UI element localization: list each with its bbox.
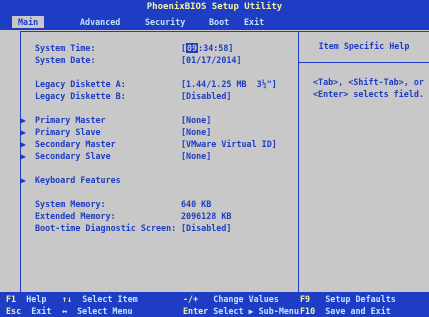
key-updown: ↑↓ [62,294,73,304]
tab-main[interactable]: Main [12,16,45,28]
boot-diagnostic-row[interactable]: Boot-time Diagnostic Screen: [Disabled] [21,224,298,236]
system-date-value[interactable]: [01/17/2014] [181,56,242,65]
tab-bar: Main Advanced Security Boot Exit [0,16,429,28]
extended-memory-value: 2096128 KB [181,211,232,221]
key-enter: Enter [183,306,209,316]
primary-master-label: Primary Master [35,115,106,125]
legacy-diskette-b-row[interactable]: Legacy Diskette B: [Disabled] [21,92,298,104]
boot-diagnostic-value[interactable]: [Disabled] [181,224,231,233]
key-plusminus: -/+ [183,294,199,304]
key-hint-f10: F10 Save and Exit [300,306,391,316]
key-f1: F1 [6,294,17,304]
help-title: Item Specific Help [318,41,410,51]
primary-master-value[interactable]: [None] [181,116,211,125]
help-text: <Tab>, <Shift-Tab>, or <Enter> selects f… [313,77,424,99]
keyboard-features-label: Keyboard Features [35,175,121,185]
legacy-diskette-a-value[interactable]: [1.44/1.25 MB 3½"] [181,80,277,89]
key-legend-bar: F1 Help ↑↓ Select Item -/+ Change Values… [0,292,429,317]
submenu-arrow-icon: ▶ [21,115,27,125]
key-esc: Esc [6,306,22,316]
system-date-row[interactable]: System Date: [01/17/2014] [21,56,298,68]
bios-title: PhoenixBIOS Setup Utility [146,2,283,12]
key-hint-leftright: ↔ Select Menu [62,306,133,316]
key-f10: F10 [300,306,316,316]
submenu-arrow-icon: ▶ [21,139,27,149]
tab-boot[interactable]: Boot [203,16,235,28]
secondary-slave-value[interactable]: [None] [181,152,211,161]
secondary-master-value[interactable]: [VMware Virtual ID] [181,140,277,149]
primary-slave-label: Primary Slave [35,127,101,137]
key-f9: F9 [300,294,311,304]
submenu-arrow-icon: ▶ [21,127,27,137]
system-time-hour-selected: 09 [186,43,199,53]
secondary-slave-label: Secondary Slave [35,151,111,161]
legacy-diskette-b-label: Legacy Diskette B: [35,91,126,101]
key-hint-enter: Enter Select ▶ Sub-Menu [183,306,299,316]
key-hint-f1: F1 Help [6,294,47,304]
help-pane: Item Specific Help <Tab>, <Shift-Tab>, o… [299,32,429,292]
key-leftright: ↔ [62,306,68,316]
system-time-label: System Time: [35,43,96,53]
keyboard-features-row[interactable]: ▶ Keyboard Features [21,176,298,188]
settings-pane: System Time: [09:34:58] System Date: [01… [21,32,299,292]
system-time-value[interactable]: [09:34:58] [181,43,233,53]
tab-security[interactable]: Security [139,16,191,28]
key-hint-updown: ↑↓ Select Item [62,294,138,304]
legacy-diskette-b-value[interactable]: [Disabled] [181,92,231,101]
secondary-slave-row[interactable]: ▶ Secondary Slave [None] [21,152,298,164]
submenu-arrow-icon: ▶ [21,151,27,161]
legacy-diskette-a-label: Legacy Diskette A: [35,79,126,89]
system-memory-label: System Memory: [35,199,106,209]
secondary-master-label: Secondary Master [35,139,116,149]
system-date-label: System Date: [35,55,96,65]
tab-exit[interactable]: Exit [238,16,270,28]
main-panel: System Time: [09:34:58] System Date: [01… [20,31,429,293]
system-memory-value: 640 KB [181,199,212,209]
top-bar: PhoenixBIOS Setup Utility Main Advanced … [0,0,429,30]
help-divider [299,62,429,63]
submenu-arrow-icon: ▶ [21,175,27,185]
boot-diagnostic-label: Boot-time Diagnostic Screen: [35,223,177,233]
extended-memory-label: Extended Memory: [35,211,116,221]
key-hint-plusminus: -/+ Change Values [183,294,279,304]
key-hint-f9: F9 Setup Defaults [300,294,396,304]
key-hint-esc: Esc Exit [6,306,52,316]
tab-advanced[interactable]: Advanced [74,16,126,28]
primary-slave-value[interactable]: [None] [181,128,211,137]
